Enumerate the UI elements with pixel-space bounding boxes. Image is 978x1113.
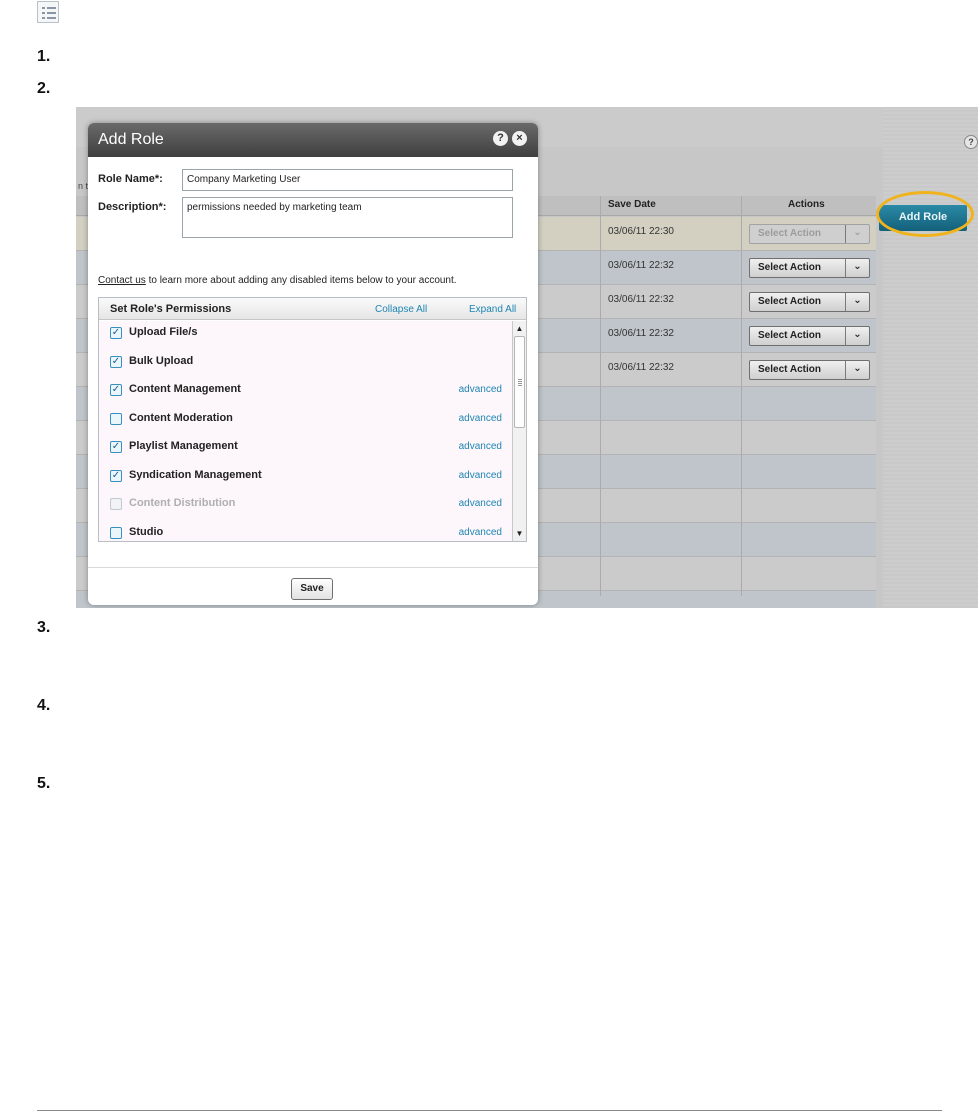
document-list-icon (37, 1, 59, 23)
dialog-titlebar: Add Role ? × (88, 123, 538, 157)
scroll-down-icon[interactable]: ▼ (513, 527, 526, 540)
permission-checkbox[interactable]: ✓ (110, 470, 122, 482)
permissions-title: Set Role's Permissions (110, 303, 232, 315)
select-action-dropdown[interactable]: Select Action ⌄ (749, 292, 870, 312)
app-screenshot: ? n th ou itio ge n p Save Date Actions … (76, 107, 978, 608)
select-action-dropdown: Select Action ⌄ (749, 224, 870, 244)
permission-item: ✓ Playlist Management advanced (99, 435, 512, 463)
permissions-panel: Set Role's Permissions Collapse All Expa… (98, 297, 527, 542)
step-number: 1. (37, 48, 51, 65)
highlight-circle (876, 191, 974, 237)
permission-item: ✓ Syndication Management advanced (99, 464, 512, 492)
select-action-dropdown[interactable]: Select Action ⌄ (749, 360, 870, 380)
collapse-all-link[interactable]: Collapse All (375, 304, 427, 315)
permissions-list: ✓ Upload File/s ✓ Bulk Upload ✓ Content … (99, 321, 512, 541)
save-date: 03/06/11 22:32 (608, 260, 674, 271)
select-action-dropdown[interactable]: Select Action ⌄ (749, 326, 870, 346)
select-action-label: Select Action (758, 330, 821, 341)
add-role-dialog: Add Role ? × Role Name*: Company Marketi… (88, 123, 538, 605)
help-icon[interactable]: ? (964, 135, 978, 149)
permission-item: ✓ Content Management advanced (99, 378, 512, 406)
footer-divider (37, 1110, 942, 1111)
close-icon[interactable]: × (512, 131, 527, 146)
permission-label: Syndication Management (129, 469, 262, 481)
column-divider (600, 196, 601, 596)
permission-item: ✓ Upload File/s (99, 321, 512, 349)
select-action-label: Select Action (758, 228, 821, 239)
permission-checkbox[interactable]: ✓ (110, 356, 122, 368)
save-date: 03/06/11 22:32 (608, 294, 674, 305)
contact-note: Contact us to learn more about adding an… (98, 275, 457, 286)
step-number: 5. (37, 775, 51, 792)
advanced-link[interactable]: advanced (459, 413, 502, 424)
permission-checkbox[interactable] (110, 527, 122, 539)
contact-us-link[interactable]: Contact us (98, 275, 146, 286)
dialog-title: Add Role (98, 131, 164, 148)
chevron-down-icon[interactable]: ⌄ (845, 293, 869, 311)
contact-note-text: to learn more about adding any disabled … (145, 275, 457, 286)
select-action-label: Select Action (758, 262, 821, 273)
permission-label: Content Management (129, 383, 241, 395)
chevron-down-icon: ⌄ (845, 225, 869, 243)
permission-item: Content Distribution advanced (99, 492, 512, 520)
step-number: 3. (37, 619, 51, 636)
chevron-down-icon[interactable]: ⌄ (845, 259, 869, 277)
permission-label: Playlist Management (129, 440, 238, 452)
permission-item: Content Moderation advanced (99, 407, 512, 435)
right-panel (883, 107, 978, 608)
save-date: 03/06/11 22:30 (608, 226, 674, 237)
advanced-link[interactable]: advanced (459, 527, 502, 538)
role-name-label: Role Name*: (98, 173, 163, 185)
advanced-link[interactable]: advanced (459, 470, 502, 481)
permission-item: Studio advanced (99, 521, 512, 541)
advanced-link[interactable]: advanced (459, 441, 502, 452)
scroll-up-icon[interactable]: ▲ (513, 322, 526, 335)
column-header-actions: Actions (788, 199, 825, 210)
permission-label: Studio (129, 526, 164, 538)
description-label: Description*: (98, 201, 167, 213)
scrollbar-thumb[interactable] (514, 336, 525, 428)
role-name-input[interactable]: Company Marketing User (182, 169, 513, 191)
save-date: 03/06/11 22:32 (608, 328, 674, 339)
permission-label: Content Distribution (129, 497, 236, 509)
column-divider (741, 196, 742, 596)
column-header-save-date: Save Date (608, 199, 656, 210)
expand-all-link[interactable]: Expand All (469, 304, 516, 315)
advanced-link[interactable]: advanced (459, 384, 502, 395)
dialog-footer-divider (88, 567, 538, 568)
permission-item: ✓ Bulk Upload (99, 350, 512, 378)
permission-label: Bulk Upload (129, 355, 194, 367)
select-action-dropdown[interactable]: Select Action ⌄ (749, 258, 870, 278)
save-date: 03/06/11 22:32 (608, 362, 674, 373)
chevron-down-icon[interactable]: ⌄ (845, 327, 869, 345)
save-button[interactable]: Save (291, 578, 333, 600)
step-number: 2. (37, 80, 51, 97)
permission-checkbox[interactable]: ✓ (110, 327, 122, 339)
permission-checkbox (110, 498, 122, 510)
description-textarea[interactable]: permissions needed by marketing team (182, 197, 513, 238)
select-action-label: Select Action (758, 364, 821, 375)
step-number: 4. (37, 697, 51, 714)
permission-label: Content Moderation (129, 412, 233, 424)
help-icon[interactable]: ? (493, 131, 508, 146)
permission-checkbox[interactable]: ✓ (110, 384, 122, 396)
chevron-down-icon[interactable]: ⌄ (845, 361, 869, 379)
select-action-label: Select Action (758, 296, 821, 307)
advanced-link[interactable]: advanced (459, 498, 502, 509)
permission-label: Upload File/s (129, 326, 198, 338)
permission-checkbox[interactable]: ✓ (110, 441, 122, 453)
permissions-scrollbar[interactable]: ▲ ▼ (512, 321, 526, 541)
permission-checkbox[interactable] (110, 413, 122, 425)
permissions-header: Set Role's Permissions Collapse All Expa… (99, 298, 526, 320)
